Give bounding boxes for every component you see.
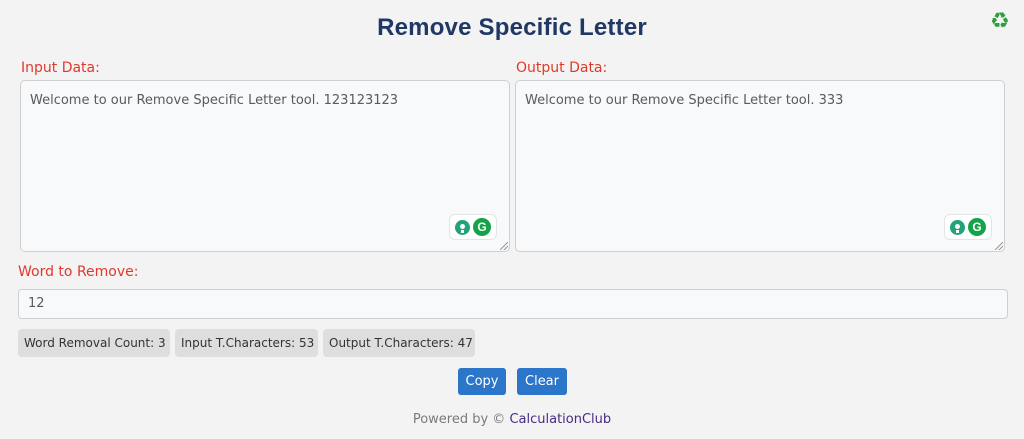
- output-textarea[interactable]: Welcome to our Remove Specific Letter to…: [515, 80, 1005, 252]
- footer: Powered by © CalculationClub: [0, 412, 1024, 427]
- word-to-remove-input[interactable]: 12: [18, 289, 1008, 319]
- output-characters-badge: Output T.Characters: 47: [323, 329, 475, 357]
- input-data-label: Input Data:: [21, 60, 100, 76]
- input-textarea[interactable]: Welcome to our Remove Specific Letter to…: [20, 80, 510, 252]
- output-data-label: Output Data:: [516, 60, 608, 76]
- resize-handle-icon[interactable]: [995, 242, 1003, 250]
- footer-prefix: Powered by ©: [412, 412, 506, 427]
- grammarly-icon: G: [968, 218, 986, 236]
- grammar-assistant-input[interactable]: G: [449, 214, 497, 240]
- copy-button[interactable]: Copy: [458, 368, 506, 395]
- calculationclub-link[interactable]: CalculationClub: [509, 412, 611, 427]
- page-title: Remove Specific Letter: [377, 14, 647, 41]
- input-text: Welcome to our Remove Specific Letter to…: [30, 93, 399, 108]
- word-to-remove-label: Word to Remove:: [18, 264, 139, 280]
- clear-button[interactable]: Clear: [517, 368, 567, 395]
- output-text: Welcome to our Remove Specific Letter to…: [525, 93, 844, 108]
- input-characters-badge: Input T.Characters: 53: [175, 329, 318, 357]
- resize-handle-icon[interactable]: [500, 242, 508, 250]
- recycle-icon[interactable]: ♻: [990, 10, 1010, 34]
- word-removal-count-badge: Word Removal Count: 3: [18, 329, 170, 357]
- lightbulb-icon: [455, 219, 470, 235]
- grammar-assistant-output[interactable]: G: [944, 214, 992, 240]
- lightbulb-icon: [950, 219, 965, 235]
- word-to-remove-value: 12: [28, 296, 45, 311]
- grammarly-icon: G: [473, 218, 491, 236]
